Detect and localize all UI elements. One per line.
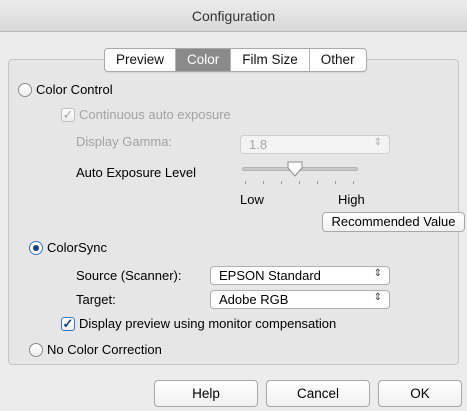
target-value: Adobe RGB [219, 292, 289, 307]
checkmark-icon: ✓ [62, 107, 74, 122]
target-label: Target: [76, 292, 116, 307]
slider-tick [281, 181, 282, 184]
slider-tick [245, 181, 246, 184]
source-scanner-select[interactable]: EPSON Standard ⇕ [210, 266, 390, 285]
auto-exposure-slider[interactable] [242, 160, 358, 190]
monitor-compensation-checkbox[interactable]: ✓ [61, 317, 75, 331]
source-scanner-value: EPSON Standard [219, 268, 321, 283]
updown-chevron-icon: ⇕ [373, 137, 382, 148]
continuous-auto-exposure-label: Continuous auto exposure [79, 107, 231, 122]
tab-film-size[interactable]: Film Size [231, 49, 310, 71]
cancel-button[interactable]: Cancel [266, 380, 370, 407]
monitor-compensation-label: Display preview using monitor compensati… [79, 316, 337, 331]
no-color-correction-radio[interactable] [29, 343, 43, 357]
recommended-value-button[interactable]: Recommended Value [322, 212, 465, 232]
no-color-correction-label: No Color Correction [47, 342, 162, 357]
colorsync-radio[interactable] [29, 241, 43, 255]
ok-button[interactable]: OK [378, 380, 462, 407]
slider-low-label: Low [240, 192, 264, 207]
slider-thumb[interactable] [286, 160, 304, 178]
updown-chevron-icon: ⇕ [373, 268, 382, 279]
display-gamma-select[interactable]: 1.8 ⇕ [240, 135, 390, 154]
tab-other[interactable]: Other [310, 49, 366, 71]
color-control-label: Color Control [36, 82, 113, 97]
checkmark-icon: ✓ [62, 316, 74, 331]
title-bar: Configuration [0, 0, 467, 32]
slider-tick [353, 181, 354, 184]
tab-bar: Preview Color Film Size Other [104, 48, 367, 72]
slider-tick [317, 181, 318, 184]
source-scanner-label: Source (Scanner): [76, 268, 182, 283]
slider-tick [299, 181, 300, 184]
help-button[interactable]: Help [154, 380, 258, 407]
display-gamma-value: 1.8 [249, 137, 268, 152]
tab-color[interactable]: Color [176, 49, 232, 71]
color-control-radio[interactable] [18, 83, 32, 97]
window-title: Configuration [191, 8, 276, 24]
continuous-auto-exposure-checkbox[interactable]: ✓ [61, 108, 75, 122]
slider-tick [263, 181, 264, 184]
target-select[interactable]: Adobe RGB ⇕ [210, 290, 390, 309]
slider-high-label: High [338, 192, 365, 207]
updown-chevron-icon: ⇕ [373, 292, 382, 303]
colorsync-label: ColorSync [47, 240, 107, 255]
tab-preview[interactable]: Preview [105, 49, 177, 71]
display-gamma-label: Display Gamma: [76, 134, 173, 149]
auto-exposure-label: Auto Exposure Level [76, 165, 196, 180]
slider-tick [335, 181, 336, 184]
